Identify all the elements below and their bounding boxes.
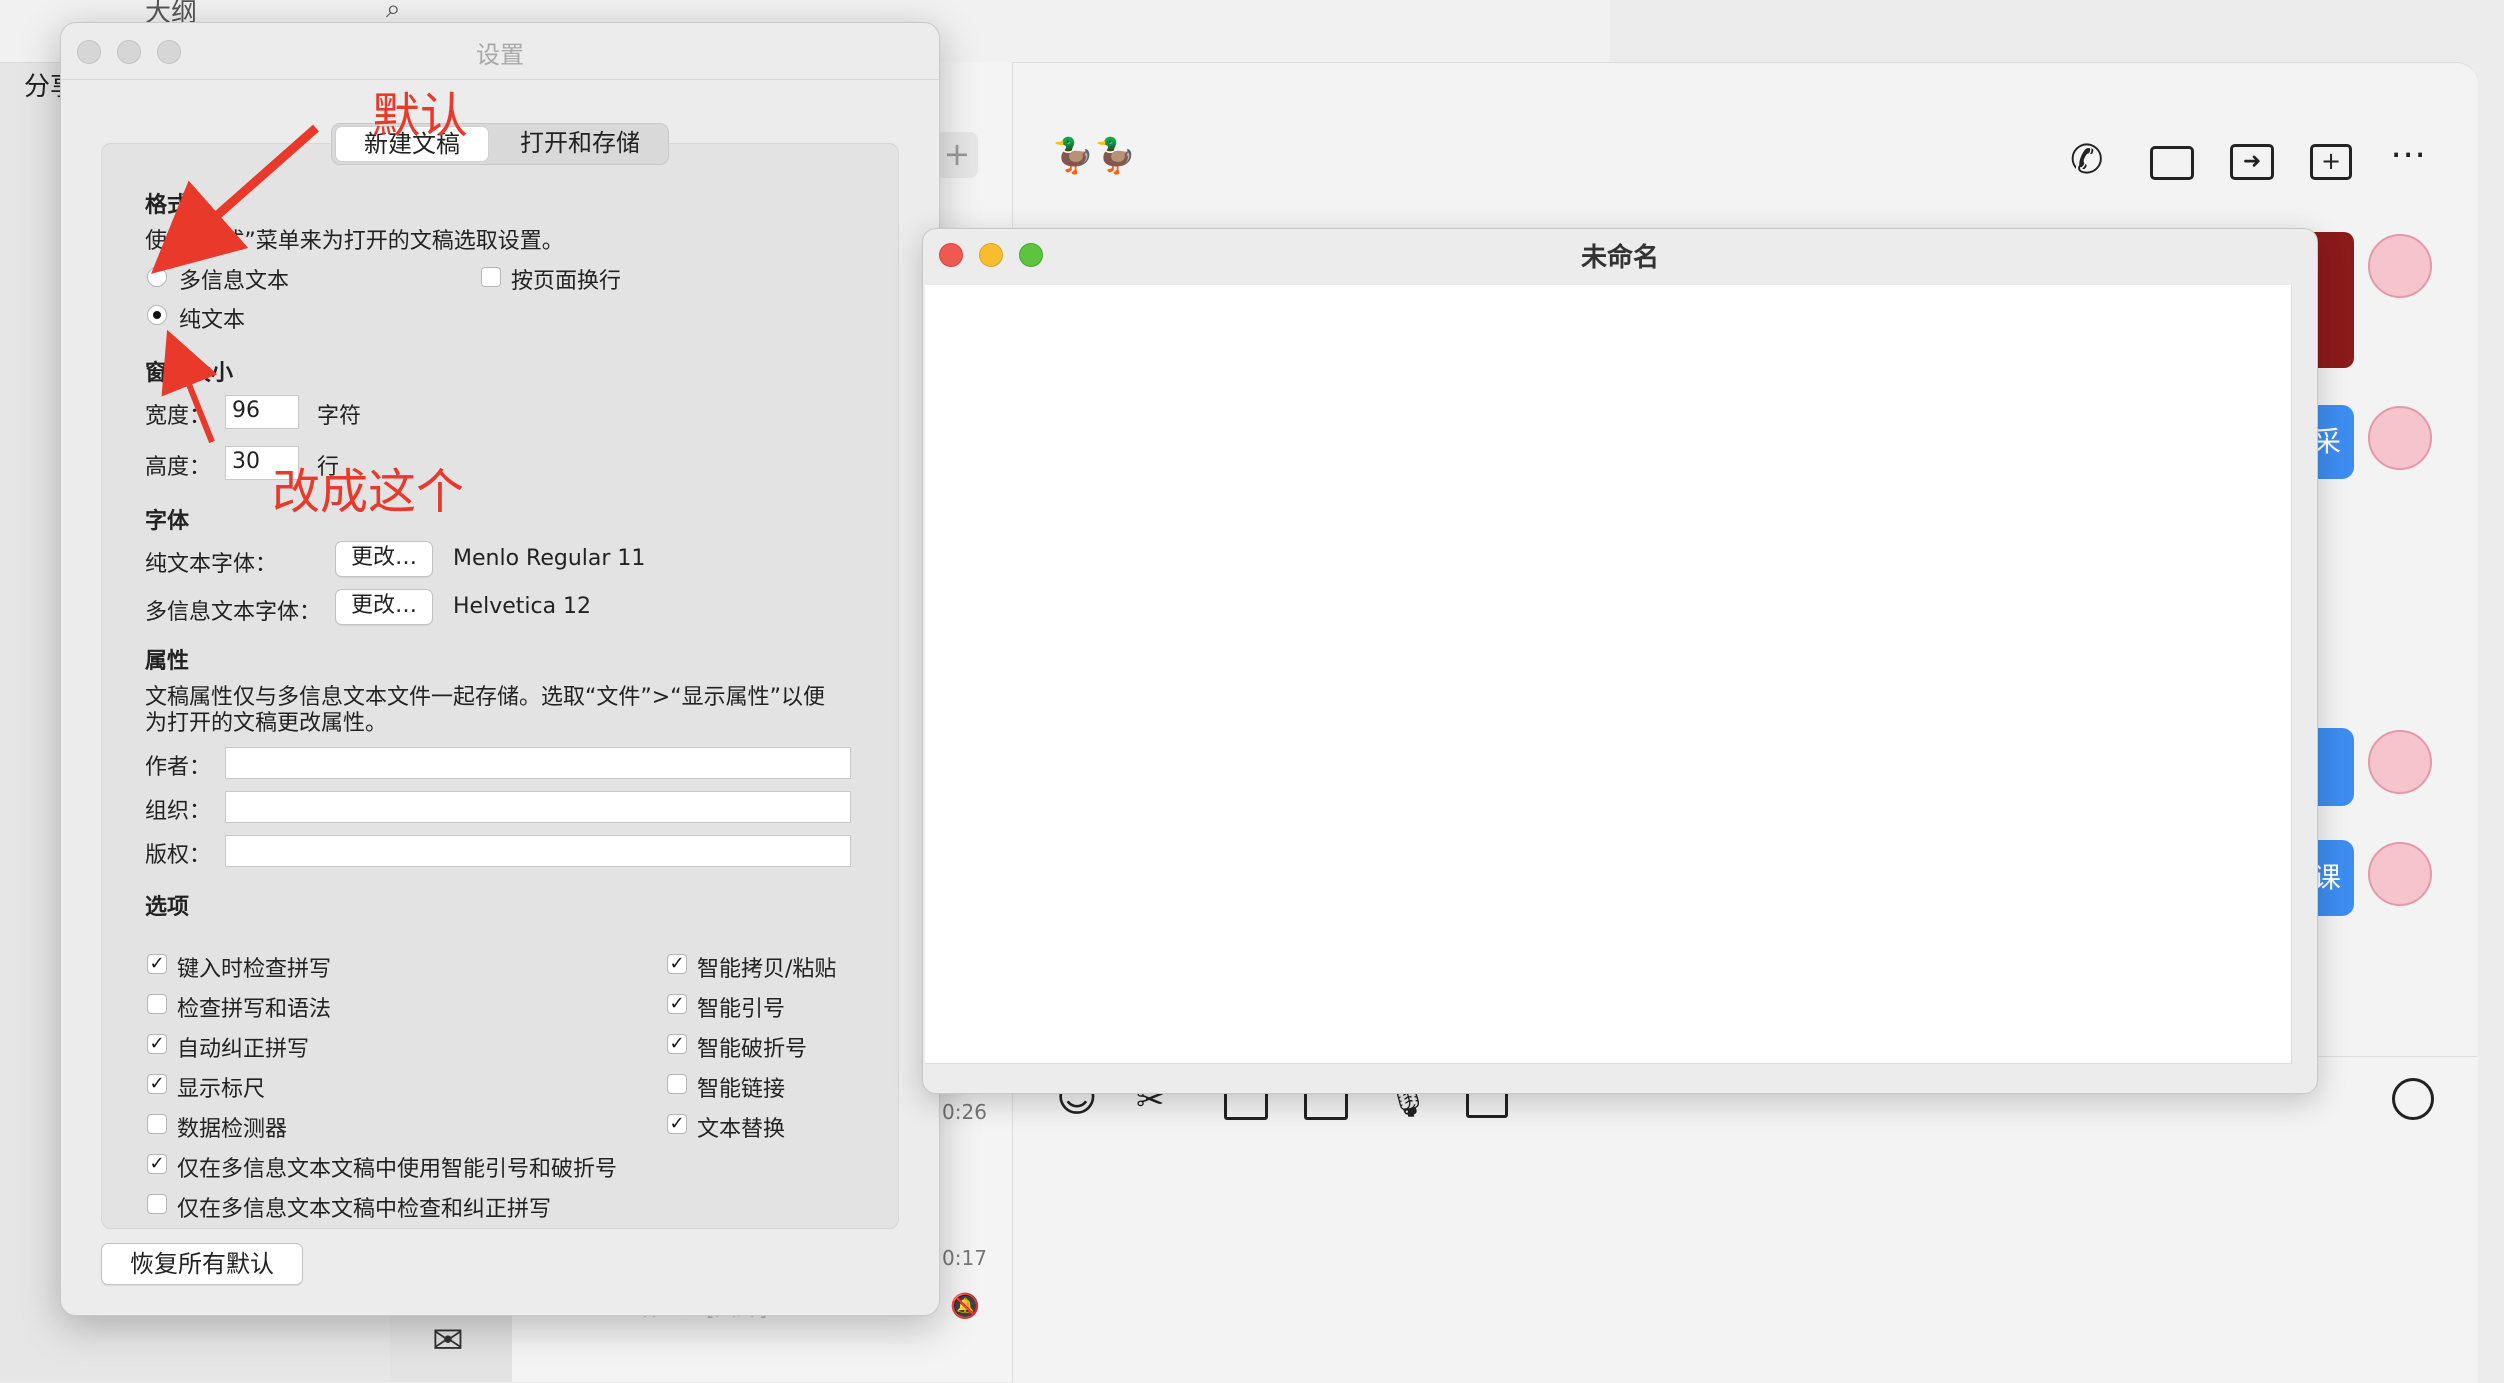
arrow-to-rich-text [151, 124, 319, 274]
annotation-arrows [151, 124, 319, 444]
arrow-to-plain-text [161, 329, 218, 444]
